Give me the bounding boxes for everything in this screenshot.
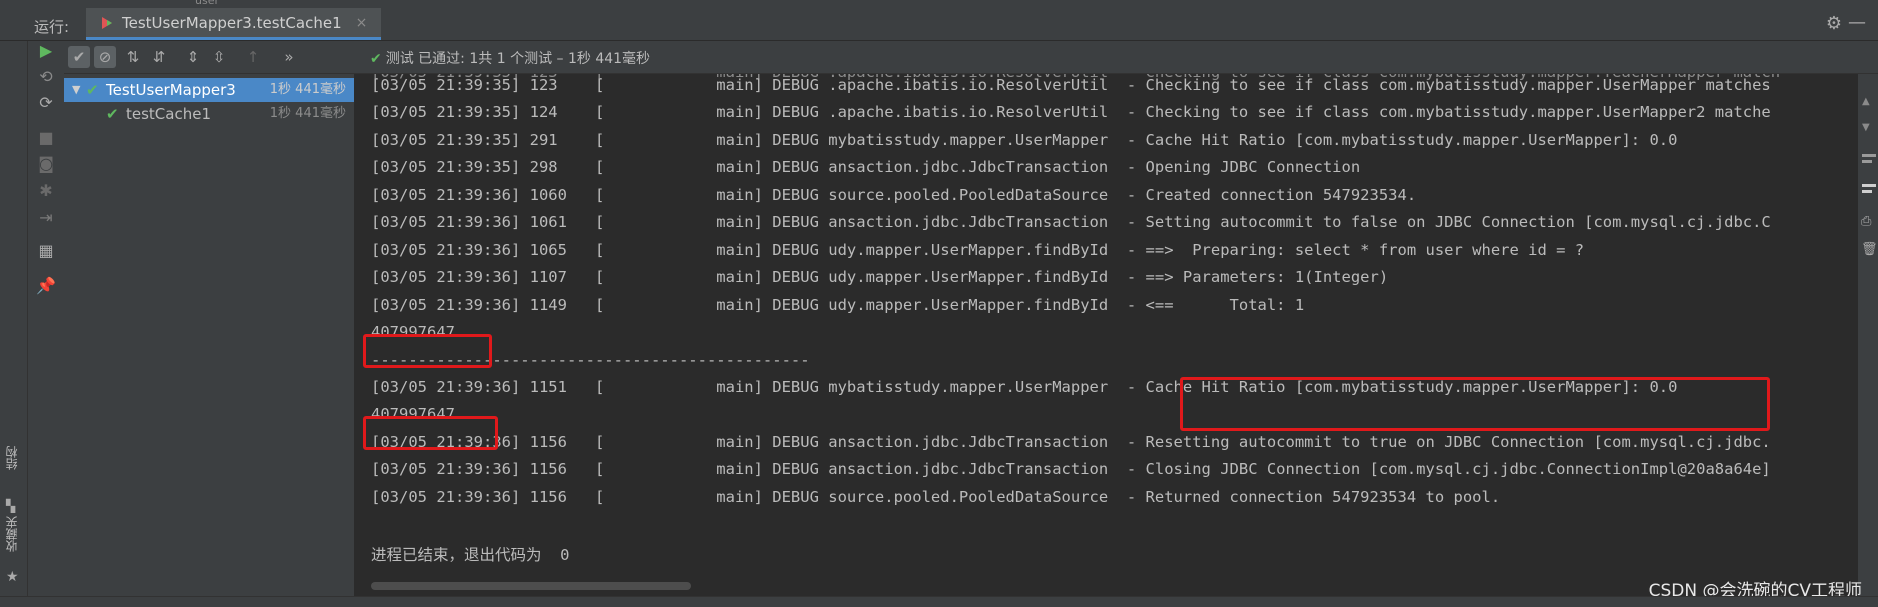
pass-check-icon: ✔ — [370, 51, 382, 67]
tree-item-label: TestUserMapper3 — [106, 81, 236, 99]
run-tab-bar: 运行: TestUserMapper3.testCache1 × ⚙ — — [0, 8, 1878, 41]
export-icon[interactable]: ⇥ — [36, 208, 56, 228]
chevron-down-icon[interactable]: ▼ — [72, 78, 80, 102]
test-status-text: 测试 已通过: 1共 1 个测试 – 1秒 441毫秒 — [385, 51, 651, 67]
show-passed-icon[interactable]: ✔ — [68, 46, 90, 68]
process-exit-line: 进程已结束，退出代码为 0 — [371, 546, 570, 564]
sort-alpha-icon[interactable]: ⇅ — [122, 46, 144, 68]
favorites-tool-label[interactable]: 收藏夹 — [3, 516, 23, 552]
run-panel-label: 运行: — [34, 18, 70, 36]
tree-item-label: testCache1 — [126, 105, 211, 123]
soft-wrap-icon[interactable] — [1862, 154, 1876, 157]
stop-icon[interactable]: ■ — [36, 128, 56, 148]
highlight-box-first-value — [363, 334, 492, 368]
highlight-box-second-value — [363, 416, 498, 450]
structure-tool-label[interactable]: 结构 — [3, 446, 23, 470]
console-line: [03/05 21:39:36] 1061 [ main] DEBUG ansa… — [371, 213, 1771, 231]
highlight-box-cache-hit-ratio — [1180, 377, 1770, 431]
console-line: [03/05 21:39:36] 1060 [ main] DEBUG sour… — [371, 186, 1417, 204]
layout-icon[interactable]: ▦ — [36, 241, 56, 261]
console-output[interactable]: [03/05 21:39:35] 123 [ main] DEBUG .apac… — [356, 74, 1858, 594]
run-tab-title: TestUserMapper3.testCache1 — [122, 13, 342, 32]
test-toolbar: ✔ ⊘ ⇅ ⇵ ⇕ ⇳ ↑ » ✔ 测试 已通过: 1共 1 个测试 – 1秒 4… — [64, 41, 1878, 74]
rerun-failed-icon[interactable]: ⟲ — [36, 67, 56, 87]
test-status: ✔ 测试 已通过: 1共 1 个测试 – 1秒 441毫秒 — [370, 48, 650, 68]
console-line: [03/05 21:39:36] 1065 [ main] DEBUG udy.… — [371, 241, 1585, 259]
minimize-icon[interactable]: — — [1848, 12, 1866, 33]
console-line: [03/05 21:39:36] 1156 [ main] DEBUG ansa… — [371, 433, 1771, 451]
pass-check-icon: ✔ — [106, 105, 119, 123]
structure-icon: ▚ — [6, 499, 16, 513]
console-line: [03/05 21:39:36] 1156 [ main] DEBUG sour… — [371, 488, 1501, 506]
pin-icon[interactable]: 📌 — [36, 276, 56, 296]
expand-all-icon[interactable]: ⇕ — [182, 46, 204, 68]
run-config-tab[interactable]: TestUserMapper3.testCache1 × — [86, 8, 382, 40]
toggle-auto-test-icon[interactable]: ⟳ — [36, 93, 56, 113]
test-config-icon — [102, 16, 112, 29]
console-line: [03/05 21:39:36] 1149 [ main] DEBUG udy.… — [371, 296, 1305, 314]
left-tool-strip: 结构 ▚ 收藏夹 ★ — [0, 41, 28, 606]
console-line: [03/05 21:39:35] 291 [ main] DEBUG mybat… — [371, 131, 1678, 149]
sort-duration-icon[interactable]: ⇵ — [148, 46, 170, 68]
camera-icon[interactable]: ◙ — [36, 154, 56, 174]
scroll-to-end-icon[interactable] — [1862, 184, 1876, 187]
rerun-icon[interactable]: ▶ — [36, 41, 56, 61]
scroll-to-end-icon-line — [1862, 190, 1872, 193]
more-actions-icon[interactable]: » — [278, 46, 300, 68]
right-tool-rail: ▲ ▼ ⎙ 🗑 — [1858, 74, 1878, 596]
show-ignored-icon[interactable]: ⊘ — [94, 46, 116, 68]
scroll-down-icon[interactable]: ▼ — [1862, 122, 1870, 133]
tree-item-time: 1秒 441毫秒 — [269, 106, 346, 121]
editor-tab-fragment: user — [195, 0, 219, 7]
console-line: [03/05 21:39:35] 298 [ main] DEBUG ansac… — [371, 158, 1361, 176]
gear-icon[interactable]: ⚙ — [1826, 13, 1842, 34]
bottom-tool-bar — [0, 596, 1878, 607]
tree-item-test-method[interactable]: ✔ testCache1 1秒 441毫秒 — [64, 102, 354, 126]
console-line: [03/05 21:39:35] 124 [ main] DEBUG .apac… — [371, 103, 1771, 121]
console-line: [03/05 21:39:35] 123 [ main] DEBUG .apac… — [371, 76, 1771, 94]
horizontal-scrollbar[interactable] — [371, 582, 691, 590]
star-icon: ★ — [6, 569, 19, 585]
tree-item-time: 1秒 441毫秒 — [269, 82, 346, 97]
print-icon[interactable]: ⎙ — [1861, 214, 1871, 229]
tree-item-test-class[interactable]: ▼ ✔ TestUserMapper3 1秒 441毫秒 — [64, 78, 354, 102]
scroll-up-icon[interactable]: ▲ — [1862, 96, 1870, 107]
close-icon[interactable]: × — [356, 15, 368, 31]
clear-icon[interactable]: 🗑 — [1861, 242, 1878, 257]
collapse-all-icon[interactable]: ⇳ — [208, 46, 230, 68]
run-actions-column: ▶ ⟲ ⟳ ■ ◙ ✱ ⇥ ▦ 📌 — [28, 41, 65, 596]
console-line: [03/05 21:39:36] 1107 [ main] DEBUG udy.… — [371, 268, 1389, 286]
pass-check-icon: ✔ — [86, 81, 99, 99]
soft-wrap-icon-line — [1862, 160, 1872, 163]
console-line: [03/05 21:39:36] 1156 [ main] DEBUG ansa… — [371, 460, 1771, 478]
test-tree: ▼ ✔ TestUserMapper3 1秒 441毫秒 ✔ testCache… — [64, 74, 355, 596]
debug-icon[interactable]: ✱ — [36, 181, 56, 201]
previous-failed-icon[interactable]: ↑ — [242, 46, 264, 68]
